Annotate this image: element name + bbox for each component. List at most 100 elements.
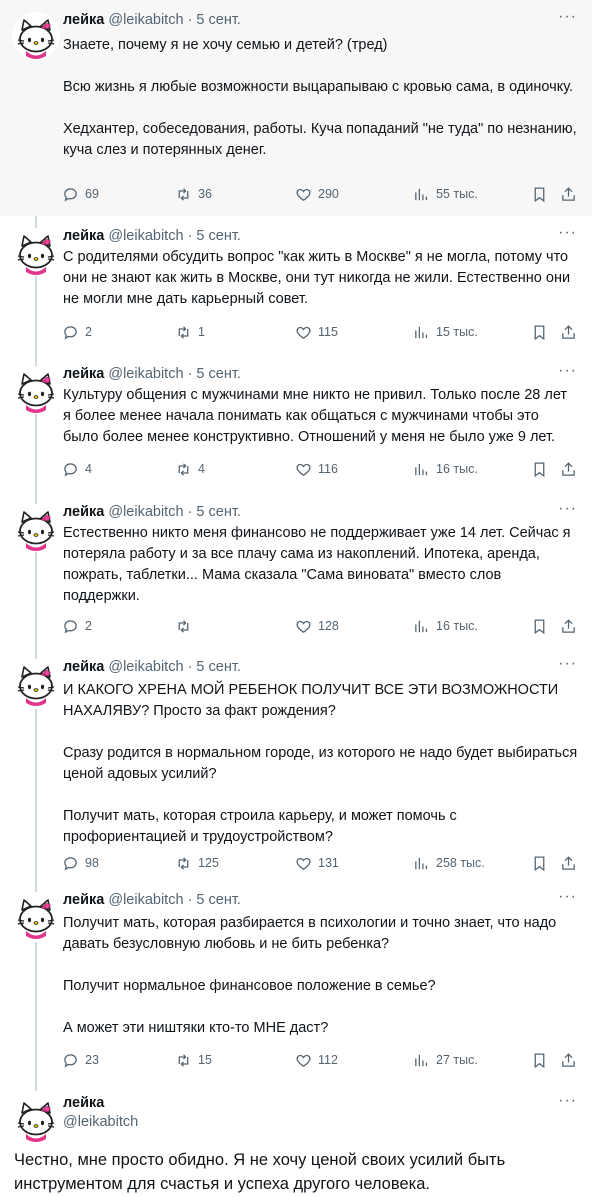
share-icon [560,186,577,203]
tweet-date[interactable]: · 5 сент. [188,228,241,244]
like-button[interactable]: 115 [295,322,338,342]
bookmark-button[interactable] [531,616,548,636]
share-button[interactable] [560,616,577,636]
author-name[interactable]: лейка [63,12,104,28]
author-name[interactable]: лейка [63,504,104,520]
reply-button[interactable]: 98 [62,853,99,873]
author-name[interactable]: лейка [63,892,104,908]
bookmark-button[interactable] [531,1050,548,1070]
retweet-button[interactable]: 4 [175,459,205,479]
tweet-paragraph: И КАКОГО ХРЕНА МОЙ РЕБЕНОК ПОЛУЧИТ ВСЕ Э… [63,682,559,719]
bookmark-icon [531,855,548,872]
like-button[interactable]: 116 [295,459,338,479]
like-button[interactable]: 131 [295,853,339,873]
bookmark-button[interactable] [531,853,548,873]
author-handle[interactable]: @leikabitch [108,12,183,28]
avatar[interactable] [12,892,60,940]
tweet[interactable]: лейка @leikabitch · 5 сент. ··· Естественн… [0,492,592,647]
author-handle[interactable]: @leikabitch [63,1113,138,1132]
avatar[interactable] [12,1095,60,1143]
heart-icon [295,855,312,872]
tweet-date[interactable]: · 5 сент. [188,366,241,382]
retweet-button[interactable] [175,616,198,636]
views-button[interactable]: 55 тыс. [413,184,478,204]
retweet-button[interactable]: 36 [175,184,212,204]
author-name[interactable]: лейка [63,1094,138,1113]
share-icon [560,618,577,635]
tweet-paragraph: Получит нормальное финансовое положение … [63,978,436,994]
author-handle[interactable]: @leikabitch [108,228,183,244]
share-button[interactable] [560,322,577,342]
views-button[interactable]: 27 тыс. [413,1050,478,1070]
reply-button[interactable]: 4 [62,459,92,479]
share-button[interactable] [560,1050,577,1070]
tweet[interactable]: лейка @leikabitch · 5 сент. ··· Получит ма… [0,880,592,1085]
tweet-date[interactable]: · 5 сент. [188,12,241,28]
main-tweet[interactable]: лейка @leikabitch ··· Честно, мне просто об… [0,1085,592,1197]
bookmark-icon [531,1052,548,1069]
reply-button[interactable]: 23 [62,1050,99,1070]
tweet-date[interactable]: · 5 сент. [188,659,241,675]
bookmark-button[interactable] [531,322,548,342]
retweet-icon [175,855,192,872]
author-handle[interactable]: @leikabitch [108,659,183,675]
share-icon [560,324,577,341]
more-icon[interactable]: ··· [558,1093,576,1113]
retweet-icon [175,324,192,341]
avatar[interactable] [12,12,60,60]
retweet-count: 15 [198,1053,212,1067]
avatar[interactable] [12,659,60,707]
retweet-button[interactable]: 15 [175,1050,212,1070]
tweet[interactable]: лейка @leikabitch · 5 сент. ··· С родителя… [0,216,592,354]
tweet-actions: 23 15 112 27 тыс. [62,1050,578,1070]
bookmark-button[interactable] [531,459,548,479]
tweet-date[interactable]: · 5 сент. [188,504,241,520]
reply-button[interactable]: 69 [62,184,99,204]
views-icon [413,855,430,872]
tweet-date[interactable]: · 5 сент. [188,892,241,908]
more-icon[interactable]: ··· [558,656,576,676]
author-name[interactable]: лейка [63,228,104,244]
views-icon [413,324,430,341]
more-icon[interactable]: ··· [558,225,576,245]
views-count: 16 тыс. [436,462,478,476]
more-icon[interactable]: ··· [558,501,576,521]
author-name[interactable]: лейка [63,659,104,675]
avatar[interactable] [12,504,60,552]
like-button[interactable]: 290 [295,184,339,204]
heart-icon [295,461,312,478]
views-button[interactable]: 16 тыс. [413,616,478,636]
bookmark-button[interactable] [531,184,548,204]
tweet-paragraph: Сразу родится в нормальном городе, из ко… [63,745,578,782]
views-button[interactable]: 16 тыс. [413,459,478,479]
share-button[interactable] [560,853,577,873]
share-button[interactable] [560,459,577,479]
share-button[interactable] [560,184,577,204]
reply-button[interactable]: 2 [62,616,92,636]
more-icon[interactable]: ··· [558,363,576,383]
retweet-button[interactable]: 1 [175,322,205,342]
like-button[interactable]: 112 [295,1050,338,1070]
more-icon[interactable]: ··· [558,9,576,29]
avatar[interactable] [12,228,60,276]
more-icon[interactable]: ··· [558,889,576,909]
author-handle[interactable]: @leikabitch [108,892,183,908]
tweet[interactable]: лейка @leikabitch · 5 сент. ··· Знаете, по… [0,0,592,216]
tweet-text: С родителями обсудить вопрос "как жить в… [63,247,578,310]
retweet-button[interactable]: 125 [175,853,219,873]
author-handle[interactable]: @leikabitch [108,504,183,520]
reply-button[interactable]: 2 [62,322,92,342]
heart-icon [295,618,312,635]
author-handle[interactable]: @leikabitch [108,366,183,382]
views-button[interactable]: 15 тыс. [413,322,478,342]
views-button[interactable]: 258 тыс. [413,853,485,873]
tweet[interactable]: лейка @leikabitch · 5 сент. ··· И КАКОГО Х… [0,647,592,880]
tweet-header: лейка @leikabitch · 5 сент. [63,227,241,245]
author-name[interactable]: лейка [63,366,104,382]
hello-kitty-avatar-icon [12,659,60,707]
like-button[interactable]: 128 [295,616,339,636]
tweet-paragraph: Знаете, почему я не хочу семью и детей? … [63,37,388,53]
avatar[interactable] [12,366,60,414]
tweet[interactable]: лейка @leikabitch · 5 сент. ··· Культуру о… [0,354,592,492]
views-icon [413,618,430,635]
